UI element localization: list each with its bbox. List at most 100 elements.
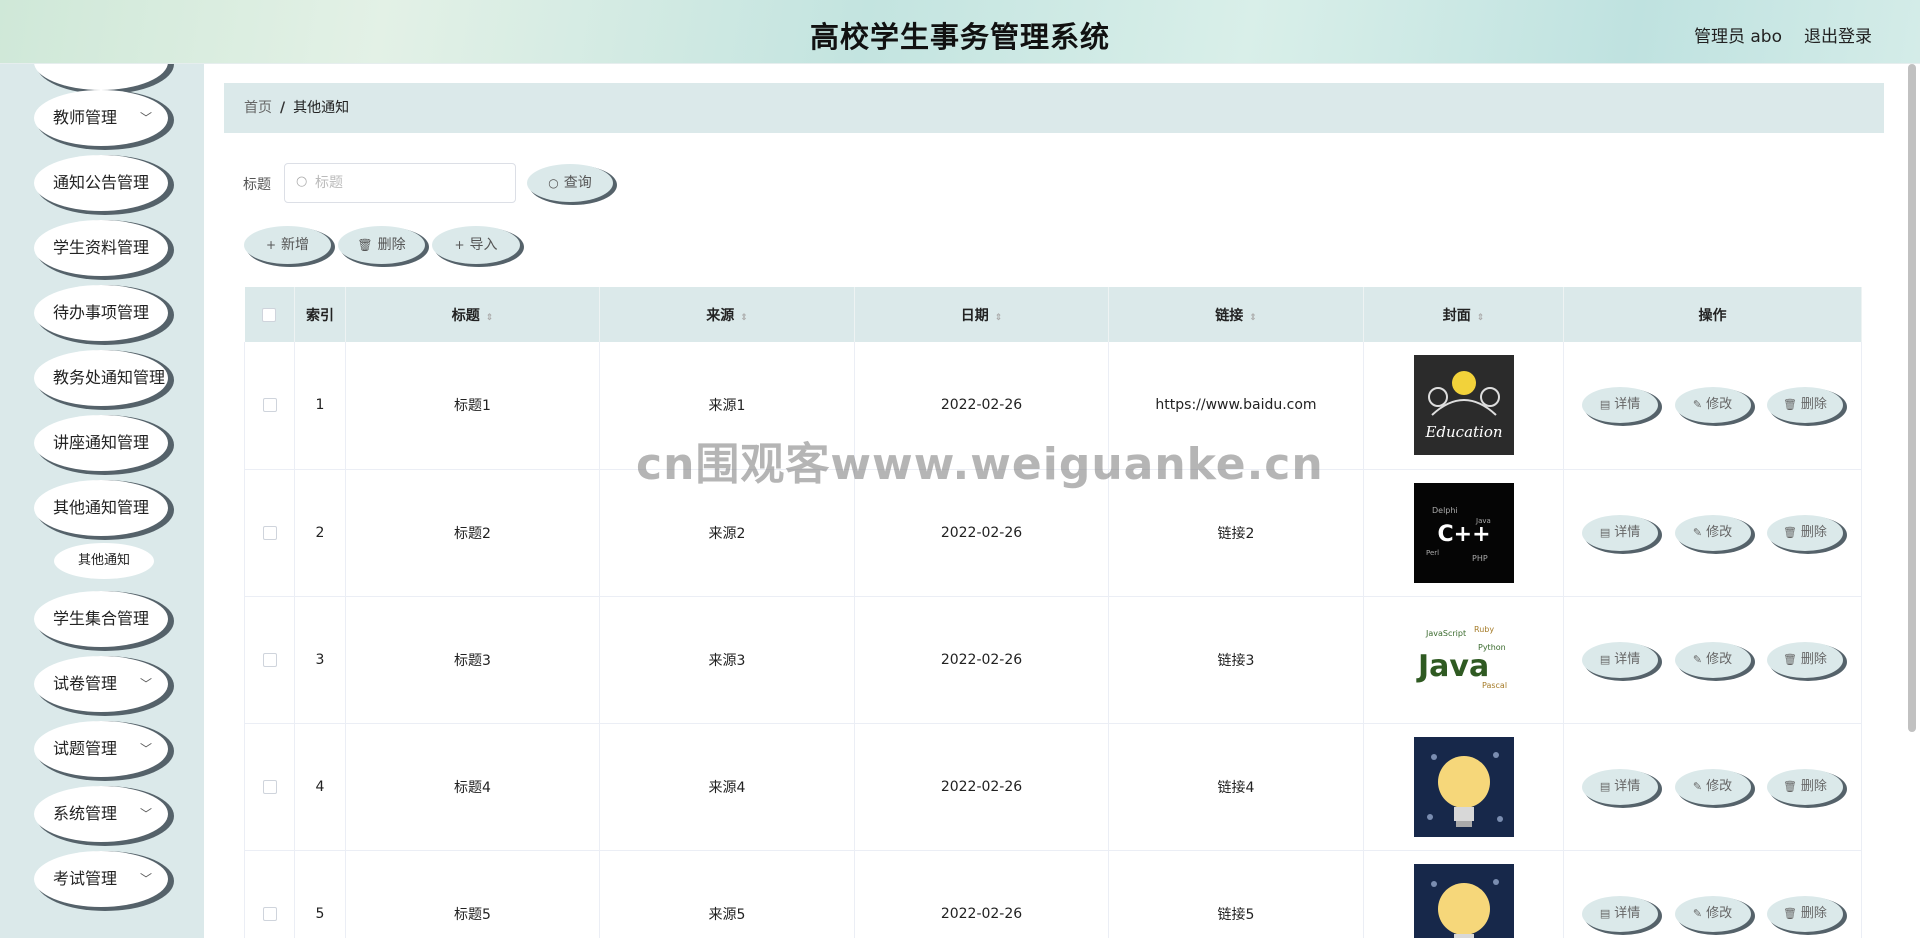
cell-link: 链接4	[1108, 723, 1364, 850]
table-header-row: 索引 标题 ⇕ 来源 ⇕ 日期 ⇕ 链接 ⇕ 封面 ⇕ 操作	[244, 287, 1862, 342]
sidebar-subitem-other-notice[interactable]: 其他通知	[54, 543, 154, 579]
sidebar-item-lecture-notice[interactable]: 讲座通知管理	[34, 415, 168, 471]
cell-title: 标题3	[345, 596, 600, 723]
sidebar-item-partial[interactable]	[34, 64, 168, 90]
sidebar-item-paper[interactable]: 试卷管理 ﹀	[34, 656, 168, 712]
cell-index: 2	[294, 469, 346, 596]
sidebar-item-announcement[interactable]: 通知公告管理	[34, 155, 168, 211]
detail-button[interactable]: ▤ 详情	[1582, 895, 1659, 932]
cover-java-text: Java	[1416, 649, 1489, 684]
cover-cpp-text: C++	[1437, 522, 1490, 547]
logout-button[interactable]: 退出登录	[1804, 22, 1872, 47]
trash-icon: 🗑	[357, 238, 373, 252]
detail-button[interactable]: ▤ 详情	[1582, 387, 1659, 424]
cell-link: 链接3	[1108, 596, 1364, 723]
search-input[interactable]	[284, 163, 516, 203]
document-icon: ▤	[1599, 525, 1611, 539]
import-button[interactable]: + 导入	[432, 226, 520, 264]
row-checkbox[interactable]	[262, 525, 277, 540]
col-date[interactable]: 日期 ⇕	[854, 287, 1109, 342]
table-row: 5 标题5 来源5 2022-02-26 链接5 ▤ 详情 ✎ 修改 🗑 删除	[244, 850, 1862, 938]
col-title[interactable]: 标题 ⇕	[345, 287, 600, 342]
breadcrumb-home[interactable]: 首页	[244, 100, 272, 116]
detail-button[interactable]: ▤ 详情	[1582, 641, 1659, 678]
row-delete-button[interactable]: 🗑 删除	[1766, 895, 1843, 932]
svg-text:Perl: Perl	[1426, 549, 1439, 557]
plus-icon: +	[454, 238, 465, 252]
cell-source: 来源5	[599, 850, 855, 938]
document-icon: ▤	[1599, 398, 1611, 412]
plus-icon: +	[265, 238, 277, 252]
document-icon: ▤	[1599, 779, 1611, 793]
row-checkbox[interactable]	[262, 398, 277, 413]
chevron-down-icon: ﹀	[139, 807, 152, 821]
cell-source: 来源3	[599, 596, 855, 723]
sidebar-item-label: 讲座通知管理	[53, 433, 150, 452]
col-source[interactable]: 来源 ⇕	[599, 287, 855, 342]
cell-date: 2022-02-26	[854, 469, 1109, 596]
col-link[interactable]: 链接 ⇕	[1108, 287, 1364, 342]
edit-button[interactable]: ✎ 修改	[1674, 514, 1751, 551]
cell-title: 标题1	[345, 342, 600, 469]
cover-image: Delphi Java Perl PHP C++	[1413, 482, 1514, 583]
sidebar-item-teacher[interactable]: 教师管理 ﹀	[34, 90, 168, 146]
trash-icon: 🗑	[1782, 906, 1797, 920]
sidebar-item-question[interactable]: 试题管理 ﹀	[34, 721, 168, 777]
cover-image: Education	[1413, 355, 1514, 456]
edit-button[interactable]: ✎ 修改	[1674, 387, 1751, 424]
table-row: 3 标题3 来源3 2022-02-26 链接3 JavaScript Ruby P…	[244, 596, 1862, 723]
col-cover[interactable]: 封面 ⇕	[1363, 287, 1564, 342]
sidebar-item-todo[interactable]: 待办事项管理	[34, 285, 168, 341]
trash-icon: 🗑	[1782, 652, 1797, 666]
cell-title: 标题2	[345, 469, 600, 596]
row-checkbox[interactable]	[262, 906, 277, 921]
sidebar-item-exam[interactable]: 考试管理 ﹀	[34, 851, 168, 907]
breadcrumb-current: 其他通知	[293, 100, 350, 116]
current-user: 管理员 abo	[1693, 27, 1782, 47]
sidebar-item-system[interactable]: 系统管理 ﹀	[34, 786, 168, 842]
cell-date: 2022-02-26	[854, 850, 1109, 938]
trash-icon: 🗑	[1782, 398, 1797, 412]
col-index: 索引	[294, 287, 346, 342]
sort-icon[interactable]: ⇕	[1249, 313, 1257, 323]
sidebar-item-student-info[interactable]: 学生资料管理	[34, 220, 168, 276]
edit-button[interactable]: ✎ 修改	[1674, 895, 1751, 932]
cell-source: 来源1	[599, 342, 855, 469]
detail-button[interactable]: ▤ 详情	[1582, 768, 1659, 805]
row-delete-button[interactable]: 🗑 删除	[1766, 514, 1843, 551]
row-delete-button[interactable]: 🗑 删除	[1766, 768, 1843, 805]
query-button[interactable]: ○ 查询	[527, 164, 613, 202]
search-label: 标题	[243, 177, 271, 193]
row-delete-button[interactable]: 🗑 删除	[1766, 641, 1843, 678]
cell-date: 2022-02-26	[854, 342, 1109, 469]
row-delete-button[interactable]: 🗑 删除	[1766, 387, 1843, 424]
detail-button[interactable]: ▤ 详情	[1582, 514, 1659, 551]
sidebar-item-other-notice[interactable]: 其他通知管理	[34, 480, 168, 536]
sidebar-item-label: 其他通知管理	[53, 498, 150, 517]
delete-button[interactable]: 🗑 删除	[338, 226, 425, 264]
edit-button[interactable]: ✎ 修改	[1674, 768, 1751, 805]
row-checkbox[interactable]	[262, 652, 277, 667]
row-checkbox[interactable]	[262, 779, 277, 794]
sort-icon[interactable]: ⇕	[1477, 313, 1485, 323]
sidebar-item-student-set[interactable]: 学生集合管理	[34, 591, 168, 647]
scrollbar[interactable]	[1908, 64, 1916, 732]
pencil-icon: ✎	[1692, 906, 1703, 920]
select-all-checkbox[interactable]	[262, 307, 277, 322]
pencil-icon: ✎	[1692, 652, 1703, 666]
main-content: 首页 / 其他通知 标题 ○ ○查询 +新增 🗑删除 +导入 索引 标题⇕ 来源⇕ …	[204, 64, 1920, 938]
sort-icon[interactable]: ⇕	[486, 313, 494, 323]
trash-icon: 🗑	[1782, 779, 1797, 793]
chevron-down-icon: ﹀	[139, 872, 152, 886]
trash-icon: 🗑	[1782, 525, 1797, 539]
sort-icon[interactable]: ⇕	[995, 313, 1003, 323]
cell-title: 标题5	[345, 850, 600, 938]
edit-button[interactable]: ✎ 修改	[1674, 641, 1751, 678]
sidebar-item-label: 学生资料管理	[53, 238, 150, 257]
sort-icon[interactable]: ⇕	[740, 313, 748, 323]
sidebar-item-academic-notice[interactable]: 教务处通知管理	[34, 350, 168, 406]
chevron-down-icon: ﹀	[139, 677, 152, 691]
add-button[interactable]: + 新增	[244, 226, 331, 264]
cell-link: https://www.baidu.com	[1108, 342, 1364, 469]
table-row: 1 标题1 来源1 2022-02-26 https://www.baidu.c…	[244, 342, 1862, 469]
